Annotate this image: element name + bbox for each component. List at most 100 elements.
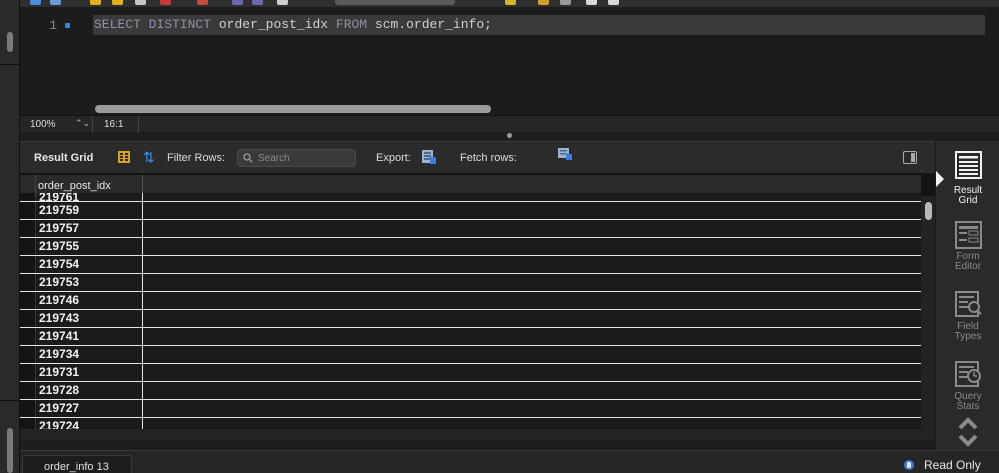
execute-icon[interactable] xyxy=(90,0,101,5)
table-cell[interactable]: 219753 xyxy=(37,274,143,291)
beautify-icon[interactable] xyxy=(505,0,516,5)
table-row[interactable]: 219759 xyxy=(20,202,921,220)
stop-icon[interactable] xyxy=(160,0,171,5)
row-header[interactable] xyxy=(20,220,36,237)
line-number: 1 xyxy=(49,18,57,33)
table-row[interactable]: 219743 xyxy=(20,310,921,328)
gutter-divider xyxy=(0,400,20,401)
empty-cell-area xyxy=(143,364,921,381)
filter-search-input[interactable] xyxy=(258,151,353,165)
splitter-handle[interactable] xyxy=(507,133,512,138)
table-row[interactable]: 219753 xyxy=(20,274,921,292)
invisible-chars-icon[interactable] xyxy=(586,0,597,5)
row-header[interactable] xyxy=(20,292,36,309)
table-cell[interactable]: 219761 xyxy=(37,193,143,201)
row-header[interactable] xyxy=(20,400,36,417)
limit-rows-icon[interactable] xyxy=(277,0,288,5)
side-item-query-stats[interactable]: Query Stats xyxy=(936,355,999,421)
cursor-position: 16:1 xyxy=(104,119,124,130)
table-row[interactable]: 219727 xyxy=(20,400,921,418)
search-icon[interactable] xyxy=(560,0,571,5)
row-header[interactable] xyxy=(20,364,36,381)
limit-rows-select[interactable] xyxy=(335,0,455,5)
result-grid[interactable]: order_post_idx 219761 219759 219757 219755 2… xyxy=(20,173,935,440)
export-icon[interactable] xyxy=(421,149,437,165)
execute-statement-icon[interactable] xyxy=(112,0,123,5)
table-row[interactable]: 219757 xyxy=(20,220,921,238)
scroll-grip-top[interactable] xyxy=(7,32,13,52)
wrap-lines-icon[interactable] xyxy=(608,0,619,5)
row-header[interactable] xyxy=(20,328,36,345)
row-header[interactable] xyxy=(20,274,36,291)
side-panel: Result Grid Form Editor Field Types Quer… xyxy=(935,141,999,450)
table-cell[interactable]: 219746 xyxy=(37,292,143,309)
scroll-grip-bottom[interactable] xyxy=(7,428,13,473)
table-row[interactable]: 219741 xyxy=(20,328,921,346)
grid-scroll-thumb[interactable] xyxy=(925,202,932,220)
table-row[interactable]: 219746 xyxy=(20,292,921,310)
table-cell[interactable]: 219728 xyxy=(37,382,143,399)
find-icon[interactable] xyxy=(538,0,549,5)
sql-editor[interactable]: 1 SELECT DISTINCT order_post_idx FROM sc… xyxy=(20,7,999,115)
side-item-field-types[interactable]: Field Types xyxy=(936,285,999,351)
row-header[interactable] xyxy=(20,310,36,327)
row-header[interactable] xyxy=(20,238,36,255)
empty-cell-area xyxy=(143,382,921,399)
zoom-stepper-icon[interactable]: ⌃⌄ xyxy=(75,118,90,129)
table-row[interactable]: 219728 xyxy=(20,382,921,400)
table-cell[interactable]: 219759 xyxy=(37,202,143,219)
sql-table: scm.order_info; xyxy=(374,17,492,32)
field-types-icon xyxy=(955,291,982,317)
table-cell[interactable]: 219754 xyxy=(37,256,143,273)
side-item-form-editor[interactable]: Form Editor xyxy=(936,215,999,281)
empty-cell-area xyxy=(143,202,921,219)
zoom-level[interactable]: 100% xyxy=(30,119,56,130)
grid-vertical-scrollbar[interactable] xyxy=(921,196,935,440)
sql-query-text[interactable]: SELECT DISTINCT order_post_idx FROM scm.… xyxy=(94,17,492,32)
column-header[interactable]: order_post_idx xyxy=(38,180,111,192)
empty-cell-area xyxy=(143,238,921,255)
empty-cell-area xyxy=(143,400,921,417)
sql-keyword: FROM xyxy=(335,17,368,32)
commit-icon[interactable] xyxy=(232,0,243,5)
table-cell[interactable]: 219757 xyxy=(37,220,143,237)
empty-cell-area xyxy=(143,310,921,327)
side-item-result-grid[interactable]: Result Grid xyxy=(936,145,999,211)
table-cell[interactable]: 219727 xyxy=(37,400,143,417)
grid-view-icon[interactable] xyxy=(118,151,130,163)
rollback-icon[interactable] xyxy=(252,0,263,5)
row-header[interactable] xyxy=(20,382,36,399)
table-cell[interactable]: 219741 xyxy=(37,328,143,345)
search-icon xyxy=(243,153,253,163)
row-header[interactable] xyxy=(20,256,36,273)
open-script-icon[interactable] xyxy=(50,0,61,5)
row-header[interactable] xyxy=(20,202,36,219)
explain-icon[interactable] xyxy=(135,0,146,5)
more-panels-icon[interactable] xyxy=(957,417,979,447)
result-toolbar: Result Grid ⇅ Filter Rows: Export: Fetch… xyxy=(20,141,935,173)
table-cell[interactable]: 219743 xyxy=(37,310,143,327)
form-editor-icon xyxy=(955,221,982,249)
table-row[interactable]: 219734 xyxy=(20,346,921,364)
sql-keyword: DISTINCT xyxy=(148,17,212,32)
toggle-panel-icon[interactable] xyxy=(903,151,917,164)
row-header[interactable] xyxy=(20,346,36,363)
table-cell[interactable]: 219731 xyxy=(37,364,143,381)
status-divider xyxy=(92,116,93,133)
result-tab[interactable]: order_info 13 xyxy=(22,455,132,473)
refresh-icon[interactable]: ⇅ xyxy=(143,150,155,164)
table-row[interactable]: 219761 xyxy=(20,193,921,202)
editor-status-bar: 100% ⌃⌄ 16:1 xyxy=(20,115,999,133)
row-header[interactable] xyxy=(20,193,36,201)
save-script-icon[interactable] xyxy=(30,0,41,5)
filter-search-box[interactable] xyxy=(237,149,356,167)
toggle-autocommit-icon[interactable] xyxy=(197,0,208,5)
table-row[interactable]: 219755 xyxy=(20,238,921,256)
table-row[interactable]: 219731 xyxy=(20,364,921,382)
table-row[interactable]: 219754 xyxy=(20,256,921,274)
fetch-rows-icon[interactable] xyxy=(558,148,572,160)
editor-horizontal-scrollbar[interactable] xyxy=(95,105,491,113)
table-cell[interactable]: 219755 xyxy=(37,238,143,255)
table-cell[interactable]: 219734 xyxy=(37,346,143,363)
grid-horizontal-scrollbar[interactable] xyxy=(20,429,921,440)
